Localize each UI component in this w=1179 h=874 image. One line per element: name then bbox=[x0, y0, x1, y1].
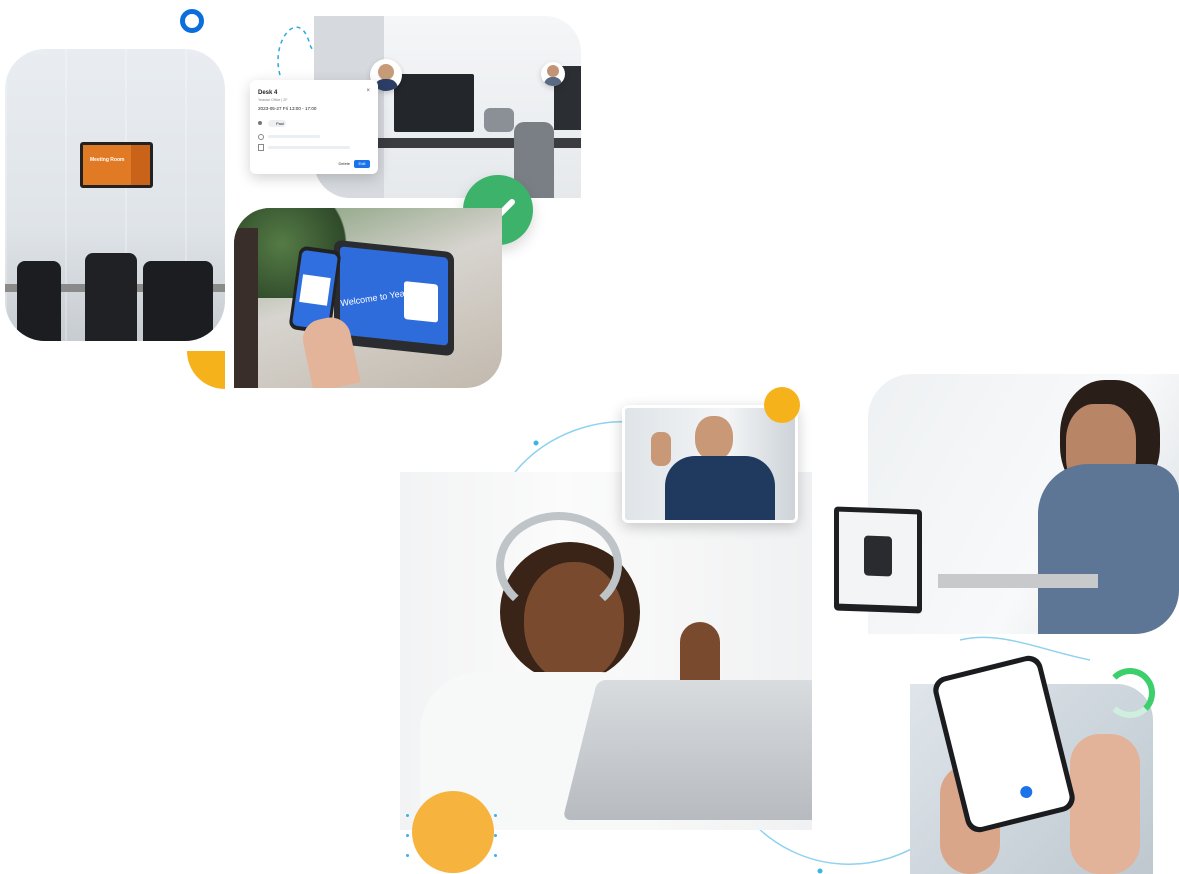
user-icon bbox=[258, 121, 262, 125]
desk-booking-card: Desk 4 Yeastar Office | 2F 2023-05-27 Fr… bbox=[250, 80, 378, 174]
booking-title: Desk 4 bbox=[258, 90, 278, 96]
woman-headset-photo bbox=[400, 472, 812, 830]
avatar-man-2 bbox=[541, 62, 565, 86]
delete-button[interactable]: Delete bbox=[338, 161, 350, 166]
link-icon bbox=[258, 134, 264, 140]
yellow-quarter-decoration bbox=[187, 351, 225, 389]
close-icon[interactable]: × bbox=[366, 88, 370, 94]
booking-user: Paul bbox=[276, 121, 285, 126]
booking-subtitle: Yeastar Office | 2F bbox=[258, 98, 288, 102]
yellow-big-dot-decoration bbox=[412, 791, 494, 873]
booking-time: 2023-05-27 Fri 13:00 - 17:00 bbox=[258, 106, 317, 111]
note-icon bbox=[258, 144, 264, 151]
video-call-thumbs-up bbox=[622, 405, 798, 523]
kiosk-checkin-photo: Welcome to Yeastar bbox=[234, 208, 502, 388]
room-sign-title: Meeting Room bbox=[90, 157, 125, 163]
yellow-dot-decoration bbox=[764, 387, 800, 423]
edit-button[interactable]: Edit bbox=[354, 160, 370, 168]
room-sign-tablet bbox=[80, 142, 153, 188]
green-ring-decoration bbox=[1105, 668, 1155, 718]
laptop-screen bbox=[834, 506, 922, 614]
meeting-room-photo: Meeting Room bbox=[5, 49, 225, 341]
blue-ring-decoration bbox=[180, 9, 204, 33]
laptop bbox=[562, 680, 812, 820]
